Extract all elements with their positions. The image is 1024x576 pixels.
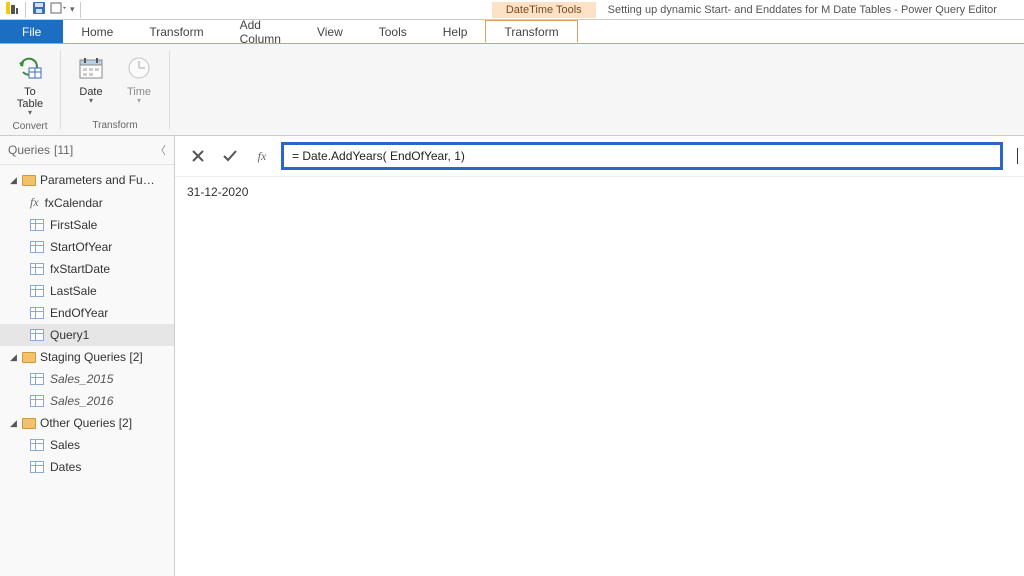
tree-group-label: Other Queries [2] [40, 416, 132, 430]
fx-icon: fx [30, 195, 39, 210]
ribbon-group-transform: Date ▾ Time ▾ Transform [61, 44, 169, 135]
table-icon [30, 461, 44, 473]
tree-item-label: Sales_2016 [50, 394, 113, 408]
table-icon [30, 329, 44, 341]
ribbon-body: To Table ▾ Convert Date ▾ Time ▾ Tr [0, 44, 1024, 136]
tree-item-label: LastSale [50, 284, 97, 298]
tree-group[interactable]: ◢ Other Queries [2] [0, 412, 174, 434]
tree-item[interactable]: Sales_2015 [0, 368, 174, 390]
tree-item-label: Sales [50, 438, 80, 452]
twisty-icon: ◢ [10, 175, 18, 186]
separator [169, 50, 170, 129]
date-button[interactable]: Date ▾ [69, 50, 113, 106]
fx-button[interactable]: fx [249, 143, 275, 169]
tree-item[interactable]: Dates [0, 456, 174, 478]
tree-item[interactable]: FirstSale [0, 214, 174, 236]
table-icon [30, 373, 44, 385]
cancel-button[interactable] [185, 143, 211, 169]
tree-group[interactable]: ◢ Parameters and Fu… [0, 169, 174, 191]
result-area: 31-12-2020 [175, 177, 1024, 207]
queries-title: Queries [8, 143, 50, 157]
tab-tools[interactable]: Tools [361, 20, 425, 43]
title-bar: ▾ DateTime Tools Setting up dynamic Star… [0, 0, 1024, 20]
tree-item-label: fxStartDate [50, 262, 110, 276]
queries-header[interactable]: Queries [11] 〈 [0, 136, 174, 165]
tree-item[interactable]: fx fxCalendar [0, 191, 174, 214]
tree-item-label: FirstSale [50, 218, 97, 232]
tree-item-label: Query1 [50, 328, 89, 342]
qat-dropdown-icon[interactable]: ▾ [70, 4, 75, 15]
tree-item-label: Dates [50, 460, 81, 474]
table-icon [30, 307, 44, 319]
table-icon [30, 219, 44, 231]
folder-icon [22, 175, 36, 186]
tree-group-label: Staging Queries [2] [40, 350, 143, 364]
tree-item-label: fxCalendar [45, 196, 103, 210]
tab-file[interactable]: File [0, 20, 63, 43]
contextual-tab-label: DateTime Tools [492, 2, 596, 18]
table-icon [30, 285, 44, 297]
table-icon [30, 241, 44, 253]
to-table-button[interactable]: To Table ▾ [8, 50, 52, 118]
twisty-icon: ◢ [10, 418, 18, 429]
to-table-icon [15, 52, 45, 84]
undo-dropdown-icon[interactable] [49, 0, 67, 19]
date-icon [77, 52, 105, 84]
tree-group[interactable]: ◢ Staging Queries [2] [0, 346, 174, 368]
time-button[interactable]: Time ▾ [117, 50, 161, 106]
chevron-left-icon[interactable]: 〈 [155, 142, 166, 158]
separator [25, 2, 26, 18]
text-cursor [1017, 148, 1018, 164]
tab-transform[interactable]: Transform [131, 20, 221, 43]
result-value: 31-12-2020 [187, 185, 248, 199]
app-icon [4, 0, 20, 19]
folder-icon [22, 418, 36, 429]
tab-add-column[interactable]: Add Column [222, 20, 299, 43]
table-icon [30, 439, 44, 451]
queries-count: [11] [54, 143, 73, 157]
table-icon [30, 395, 44, 407]
formula-bar-row: fx = Date.AddYears( EndOfYear, 1) [175, 136, 1024, 177]
quick-access-toolbar: ▾ [0, 0, 88, 19]
tree-item-label: Sales_2015 [50, 372, 113, 386]
tab-home[interactable]: Home [63, 20, 131, 43]
group-label-convert: Convert [12, 118, 47, 134]
tree-item[interactable]: EndOfYear [0, 302, 174, 324]
save-icon[interactable] [31, 0, 47, 19]
ribbon-tabs: File Home Transform Add Column View Tool… [0, 20, 1024, 44]
main-area: Queries [11] 〈 ◢Parameters and Fu…fxfxCa… [0, 136, 1024, 576]
tree-item[interactable]: StartOfYear [0, 236, 174, 258]
tree-item[interactable]: LastSale [0, 280, 174, 302]
tree-item[interactable]: Sales [0, 434, 174, 456]
separator [80, 2, 81, 18]
twisty-icon: ◢ [10, 352, 18, 363]
ribbon-group-convert: To Table ▾ Convert [0, 44, 60, 135]
time-icon [125, 52, 153, 84]
tab-context-transform[interactable]: Transform [485, 20, 577, 43]
formula-bar[interactable]: = Date.AddYears( EndOfYear, 1) [281, 142, 1003, 170]
content-area: fx = Date.AddYears( EndOfYear, 1) 31-12-… [175, 136, 1024, 576]
queries-tree: ◢ Parameters and Fu…fx fxCalendar FirstSale… [0, 165, 174, 482]
tab-view[interactable]: View [299, 20, 361, 43]
chevron-down-icon: ▾ [137, 98, 141, 104]
tree-item[interactable]: fxStartDate [0, 258, 174, 280]
tree-item-label: StartOfYear [50, 240, 112, 254]
folder-icon [22, 352, 36, 363]
group-label-transform: Transform [92, 117, 137, 133]
table-icon [30, 263, 44, 275]
tree-item[interactable]: Query1 [0, 324, 174, 346]
document-title: Setting up dynamic Start- and Enddates f… [596, 2, 1024, 18]
fx-icon: fx [258, 149, 267, 164]
chevron-down-icon: ▾ [28, 110, 32, 116]
chevron-down-icon: ▾ [89, 98, 93, 104]
queries-pane: Queries [11] 〈 ◢ Parameters and Fu…fxfxCa… [0, 136, 175, 576]
tree-group-label: Parameters and Fu… [40, 173, 155, 187]
commit-button[interactable] [217, 143, 243, 169]
tree-item[interactable]: Sales_2016 [0, 390, 174, 412]
tree-item-label: EndOfYear [50, 306, 108, 320]
tab-help[interactable]: Help [425, 20, 486, 43]
formula-text: = Date.AddYears( EndOfYear, 1) [292, 149, 465, 163]
to-table-label: To Table [17, 86, 43, 110]
